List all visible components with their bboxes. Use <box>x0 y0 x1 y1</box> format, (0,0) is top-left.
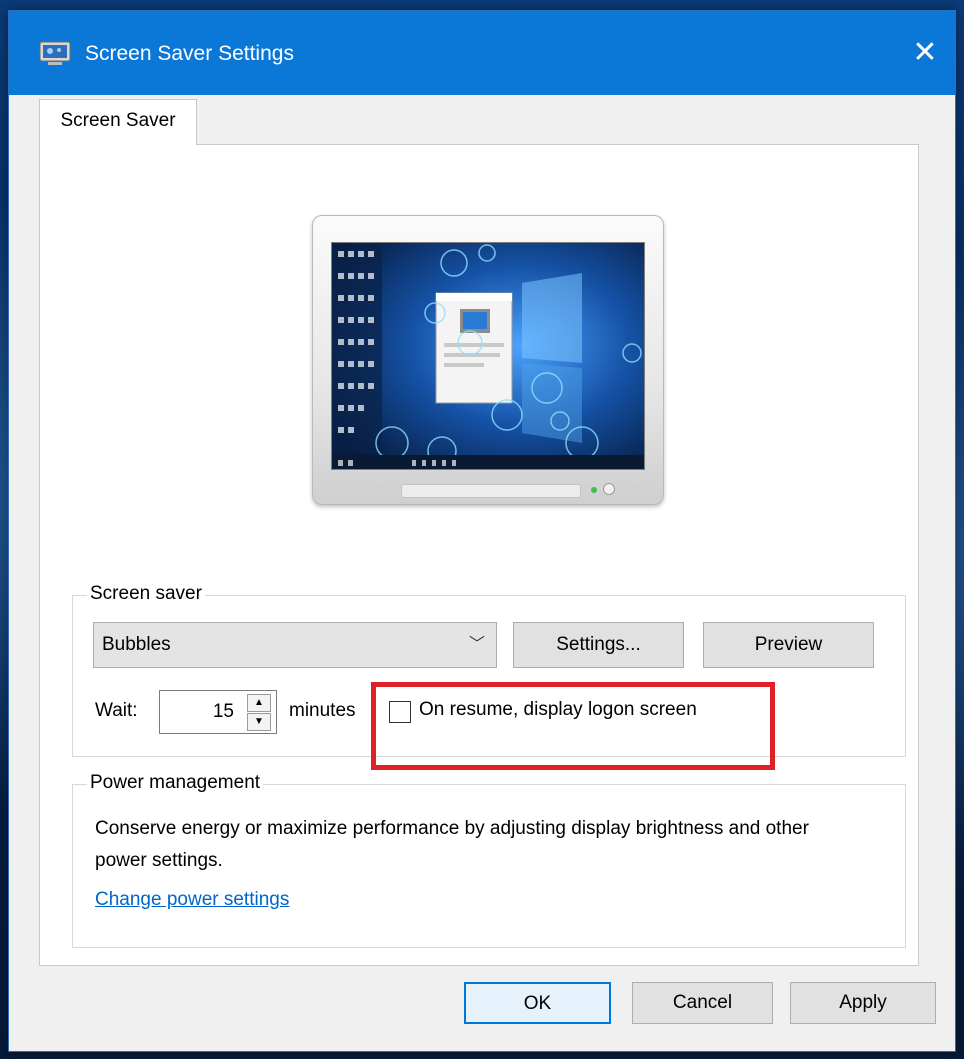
screen-saver-select[interactable]: Bubbles ﹀ <box>93 622 497 668</box>
close-icon[interactable]: ✕ <box>903 33 947 73</box>
screen-saver-settings-dialog: Screen Saver Settings ✕ Screen Saver Scr… <box>8 10 956 1052</box>
title-bar: Screen Saver Settings ✕ <box>9 11 955 95</box>
logon-screen-checkbox[interactable] <box>389 701 411 723</box>
screen-saver-icon <box>39 41 71 65</box>
spin-down-icon[interactable]: ▼ <box>247 713 271 731</box>
apply-button[interactable]: Apply <box>790 982 936 1024</box>
cancel-button[interactable]: Cancel <box>632 982 773 1024</box>
monitor-base-panel <box>401 484 581 498</box>
preview-screen <box>331 242 645 470</box>
ok-button[interactable]: OK <box>464 982 611 1024</box>
power-management-group-label: Power management <box>87 771 264 795</box>
window-title: Screen Saver Settings <box>85 42 294 65</box>
power-button-icon <box>603 483 615 495</box>
screen-saver-select-value: Bubbles <box>102 634 171 655</box>
minutes-label: minutes <box>289 700 356 721</box>
preview-desktop-image <box>332 243 644 469</box>
power-management-group: Power management Conserve energy or maxi… <box>72 771 906 948</box>
annotation-highlight-box <box>371 682 775 770</box>
logon-screen-checkbox-label[interactable]: On resume, display logon screen <box>419 699 697 721</box>
wait-label: Wait: <box>95 700 138 721</box>
tab-panel-screen-saver: Screen saver Bubbles ﹀ Settings... Previ… <box>39 144 919 966</box>
chevron-down-icon: ﹀ <box>468 636 485 653</box>
change-power-settings-link[interactable]: Change power settings <box>95 889 289 911</box>
preview-button[interactable]: Preview <box>703 622 874 668</box>
screen-saver-group: Screen saver Bubbles ﹀ Settings... Previ… <box>72 582 906 770</box>
tab-screen-saver[interactable]: Screen Saver <box>39 99 197 145</box>
spin-up-icon[interactable]: ▲ <box>247 694 271 712</box>
power-management-description: Conserve energy or maximize performance … <box>95 818 809 871</box>
monitor-preview <box>312 215 664 505</box>
settings-button[interactable]: Settings... <box>513 622 684 668</box>
screen-saver-group-label: Screen saver <box>87 582 205 606</box>
power-led-icon <box>591 487 597 493</box>
